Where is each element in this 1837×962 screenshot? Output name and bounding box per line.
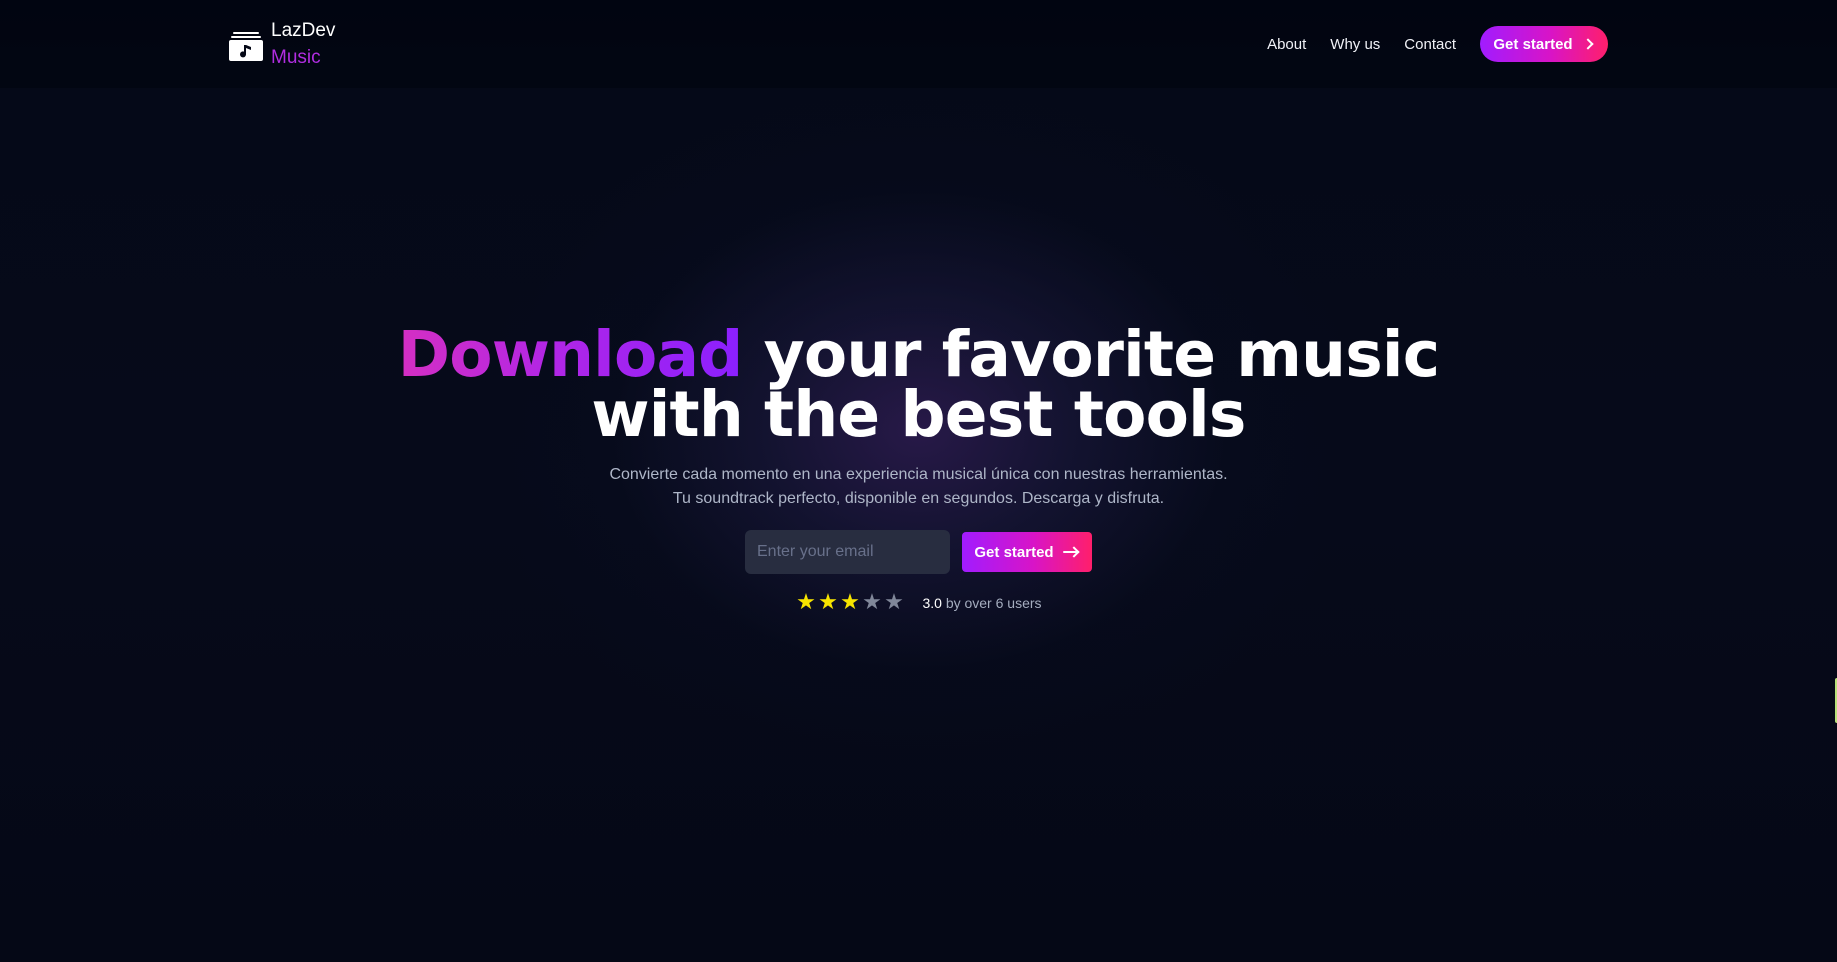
hero-headline-line-1: Download your favorite music: [0, 323, 1837, 386]
main-nav: About Why us Contact Get started: [1267, 26, 1608, 62]
nav-link-why-us[interactable]: Why us: [1330, 36, 1380, 53]
rating-row: ★ ★ ★ ★ ★ 3.0 by over 6 users: [0, 592, 1837, 614]
hero-headline-line-2: with the best tools: [591, 378, 1246, 451]
brand-name: LazDev: [271, 20, 336, 41]
page: LazDev Music About Why us Contact Get st…: [0, 0, 1837, 962]
star-rating: ★ ★ ★ ★ ★: [795, 592, 904, 614]
star-icon: ★: [818, 590, 838, 615]
star-icon: ★: [862, 590, 882, 615]
hero-get-started-button[interactable]: Get started: [962, 532, 1092, 572]
site-header: LazDev Music About Why us Contact Get st…: [0, 0, 1837, 88]
rating-caption: by over 6 users: [945, 595, 1042, 611]
hero-section: Download your favorite music with the be…: [0, 323, 1837, 614]
arrow-right-icon: [1062, 546, 1080, 558]
nav-link-contact[interactable]: Contact: [1404, 36, 1456, 53]
hero-headline: Download your favorite music with the be…: [0, 323, 1837, 451]
email-input[interactable]: [745, 530, 950, 574]
logo-text: LazDev Music: [271, 18, 335, 67]
header-get-started-button[interactable]: Get started: [1480, 26, 1608, 62]
star-icon: ★: [796, 590, 816, 615]
hero-get-started-label: Get started: [974, 543, 1054, 561]
star-icon: ★: [840, 590, 860, 615]
chevron-right-icon: [1583, 38, 1595, 50]
star-icon: ★: [884, 590, 904, 615]
rating-score: 3.0: [922, 595, 942, 611]
email-signup: Get started: [0, 530, 1837, 574]
brand-subname: Music: [271, 47, 321, 68]
nav-link-about[interactable]: About: [1267, 36, 1306, 53]
logo[interactable]: LazDev Music: [229, 18, 335, 67]
header-get-started-label: Get started: [1493, 35, 1573, 53]
rating-text: 3.0 by over 6 users: [922, 595, 1041, 611]
music-folder-icon: [229, 32, 263, 61]
hero-subtitle: Convierte cada momento en una experienci…: [609, 466, 1228, 507]
